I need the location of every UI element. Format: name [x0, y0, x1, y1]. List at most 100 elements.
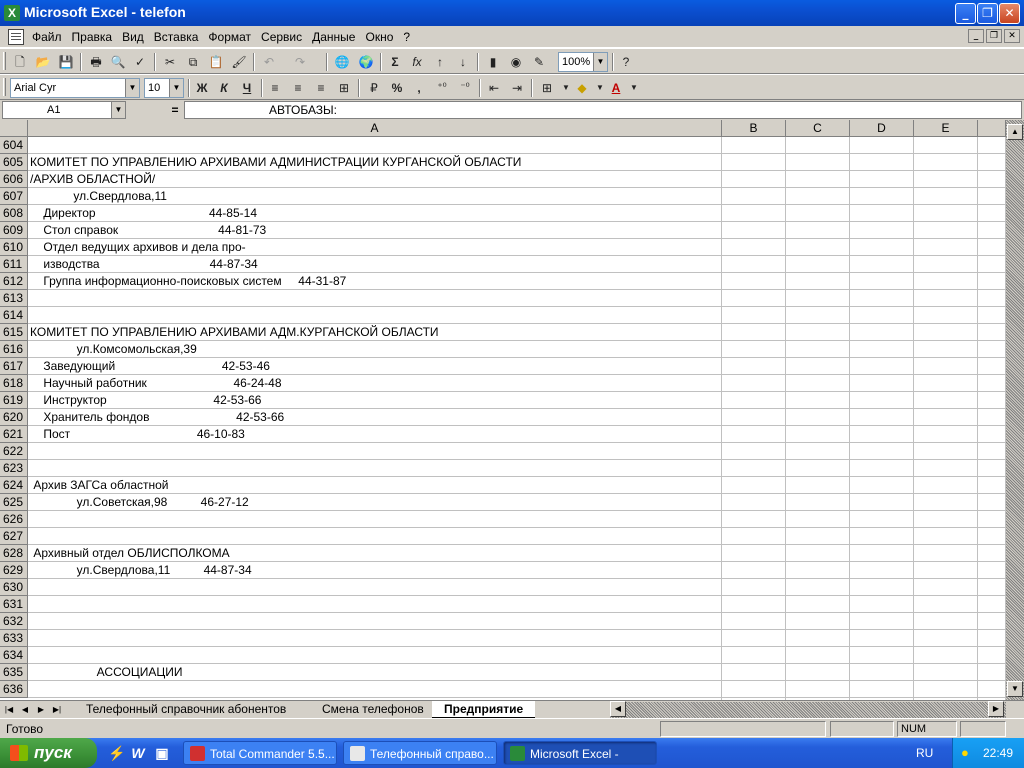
scroll-left-icon[interactable]: ◀ — [610, 701, 626, 717]
autosum-icon[interactable]: Σ — [385, 52, 405, 72]
row-header[interactable]: 631 — [0, 596, 28, 613]
column-header-c[interactable]: C — [786, 120, 850, 137]
chevron-down-icon[interactable]: ▼ — [111, 102, 125, 118]
decrease-indent-icon[interactable]: ⇤ — [484, 78, 504, 98]
hyperlink-icon[interactable]: 🌐 — [332, 52, 352, 72]
minimize-button[interactable]: _ — [955, 3, 976, 24]
sheet-tab[interactable]: Смена телефонов — [310, 701, 436, 718]
cell-a[interactable]: ул.Комсомольская,39 — [30, 341, 197, 358]
row-header[interactable]: 611 — [0, 256, 28, 273]
column-header[interactable] — [978, 120, 1006, 137]
chevron-down-icon[interactable]: ▼ — [593, 53, 607, 71]
cell-a[interactable]: ул.Советская,98 46-27-12 — [30, 494, 249, 511]
decrease-decimal-icon[interactable]: ⁻⁰ — [455, 78, 475, 98]
assistant-tray-icon[interactable]: ● — [961, 745, 969, 760]
align-right-icon[interactable]: ≡ — [311, 78, 331, 98]
cell-a[interactable]: Инструктор 42-53-66 — [30, 392, 261, 409]
chevron-down-icon[interactable]: ▼ — [624, 78, 644, 98]
column-header-e[interactable]: E — [914, 120, 978, 137]
row-header[interactable]: 634 — [0, 647, 28, 664]
row-header[interactable]: 612 — [0, 273, 28, 290]
copy-icon[interactable]: ⧉ — [183, 52, 203, 72]
workbook-close-button[interactable]: ✕ — [1004, 29, 1020, 43]
align-center-icon[interactable]: ≡ — [288, 78, 308, 98]
cell-a[interactable]: Отдел ведущих архивов и дела про- — [30, 239, 245, 256]
horizontal-scrollbar[interactable]: ◀ ▶ — [610, 701, 1006, 718]
row-header[interactable]: 633 — [0, 630, 28, 647]
sheet-tab[interactable]: Телефонный справочник абонентов — [74, 701, 298, 718]
last-sheet-icon[interactable]: ▶| — [50, 702, 64, 717]
drawing-icon[interactable]: ✎ — [529, 52, 549, 72]
map-icon[interactable]: ◉ — [506, 52, 526, 72]
web-toolbar-icon[interactable]: 🌍 — [356, 52, 376, 72]
spelling-icon[interactable]: ✓ — [130, 52, 150, 72]
chevron-down-icon[interactable]: ▼ — [169, 79, 183, 97]
menu-item[interactable]: Вставка — [154, 30, 204, 44]
font-color-icon[interactable]: A — [606, 78, 626, 98]
taskbar-item[interactable]: Total Commander 5.5... — [183, 741, 337, 765]
row-header[interactable]: 617 — [0, 358, 28, 375]
borders-icon[interactable]: ⊞ — [537, 78, 557, 98]
cell-a[interactable]: изводства 44-87-34 — [30, 256, 257, 273]
cell-a[interactable]: ул.Свердлова,11 44-87-34 — [30, 562, 252, 579]
row-header[interactable]: 606 — [0, 171, 28, 188]
row-header[interactable]: 610 — [0, 239, 28, 256]
row-header[interactable]: 604 — [0, 137, 28, 154]
save-icon[interactable]: 💾 — [56, 52, 76, 72]
row-header[interactable]: 618 — [0, 375, 28, 392]
workbook-icon[interactable] — [8, 29, 24, 45]
menu-item[interactable]: Данные — [312, 30, 360, 44]
row-header[interactable]: 627 — [0, 528, 28, 545]
workbook-restore-button[interactable]: ❐ — [986, 29, 1002, 43]
cell-a[interactable]: Директор 44-85-14 — [30, 205, 257, 222]
language-indicator[interactable]: RU — [916, 746, 933, 760]
menu-item[interactable]: ? — [403, 30, 415, 44]
name-box[interactable]: A1 ▼ — [2, 101, 126, 119]
start-button[interactable]: пуск — [0, 738, 97, 768]
open-icon[interactable]: 📂 — [33, 52, 53, 72]
scroll-right-icon[interactable]: ▶ — [988, 701, 1004, 717]
explorer-icon[interactable]: ▣ — [154, 745, 170, 761]
increase-indent-icon[interactable]: ⇥ — [507, 78, 527, 98]
taskbar-item[interactable]: Телефонный справо... — [343, 741, 497, 765]
vertical-scrollbar[interactable]: ▲ ▼ — [1006, 120, 1024, 700]
row-header[interactable]: 616 — [0, 341, 28, 358]
row-header[interactable]: 608 — [0, 205, 28, 222]
menu-item[interactable]: Сервис — [261, 30, 307, 44]
merge-center-icon[interactable]: ⊞ — [334, 78, 354, 98]
print-preview-icon[interactable]: 🔍 — [108, 52, 128, 72]
menu-item[interactable]: Формат — [208, 30, 256, 44]
row-header[interactable]: 632 — [0, 613, 28, 630]
menu-item[interactable]: Вид — [122, 30, 149, 44]
word-icon[interactable]: W — [130, 745, 146, 761]
row-header[interactable]: 620 — [0, 409, 28, 426]
cell-a[interactable]: КОМИТЕТ ПО УПРАВЛЕНИЮ АРХИВАМИ АДМИНИСТР… — [30, 154, 521, 171]
chevron-down-icon[interactable]: ▼ — [125, 79, 139, 97]
row-header[interactable]: 635 — [0, 664, 28, 681]
column-header-a[interactable]: A — [28, 120, 722, 137]
italic-button[interactable]: К — [214, 78, 234, 98]
quicklaunch-icon[interactable]: ⚡ — [108, 745, 125, 761]
scroll-up-icon[interactable]: ▲ — [1007, 124, 1023, 140]
row-header[interactable]: 621 — [0, 426, 28, 443]
increase-decimal-icon[interactable]: ⁺⁰ — [432, 78, 452, 98]
font-name-select[interactable]: Arial Cyr ▼ — [10, 78, 140, 98]
percent-button[interactable]: % — [387, 78, 407, 98]
cut-icon[interactable]: ✂ — [160, 52, 180, 72]
menu-item[interactable]: Окно — [365, 30, 398, 44]
underline-button[interactable]: Ч — [237, 78, 257, 98]
column-header-d[interactable]: D — [850, 120, 914, 137]
spreadsheet-grid[interactable]: A B C D E 604 605 КОМИТЕТ ПО УПРАВЛЕНИЮ АРХИВАМ… — [0, 120, 1006, 700]
sheet-tab-active[interactable]: Предприятие — [432, 701, 536, 718]
row-header[interactable]: 613 — [0, 290, 28, 307]
cell-a[interactable]: Научный работник 46-24-48 — [30, 375, 281, 392]
row-header[interactable]: 626 — [0, 511, 28, 528]
paste-icon[interactable]: 📋 — [206, 52, 226, 72]
zoom-select[interactable]: 100% ▼ — [558, 52, 608, 72]
row-header[interactable]: 619 — [0, 392, 28, 409]
row-header[interactable]: 630 — [0, 579, 28, 596]
menu-item[interactable]: Файл — [32, 30, 67, 44]
align-left-icon[interactable]: ≡ — [265, 78, 285, 98]
font-size-select[interactable]: 10 ▼ — [144, 78, 184, 98]
taskbar-item-active[interactable]: Microsoft Excel - telefon — [503, 741, 657, 765]
